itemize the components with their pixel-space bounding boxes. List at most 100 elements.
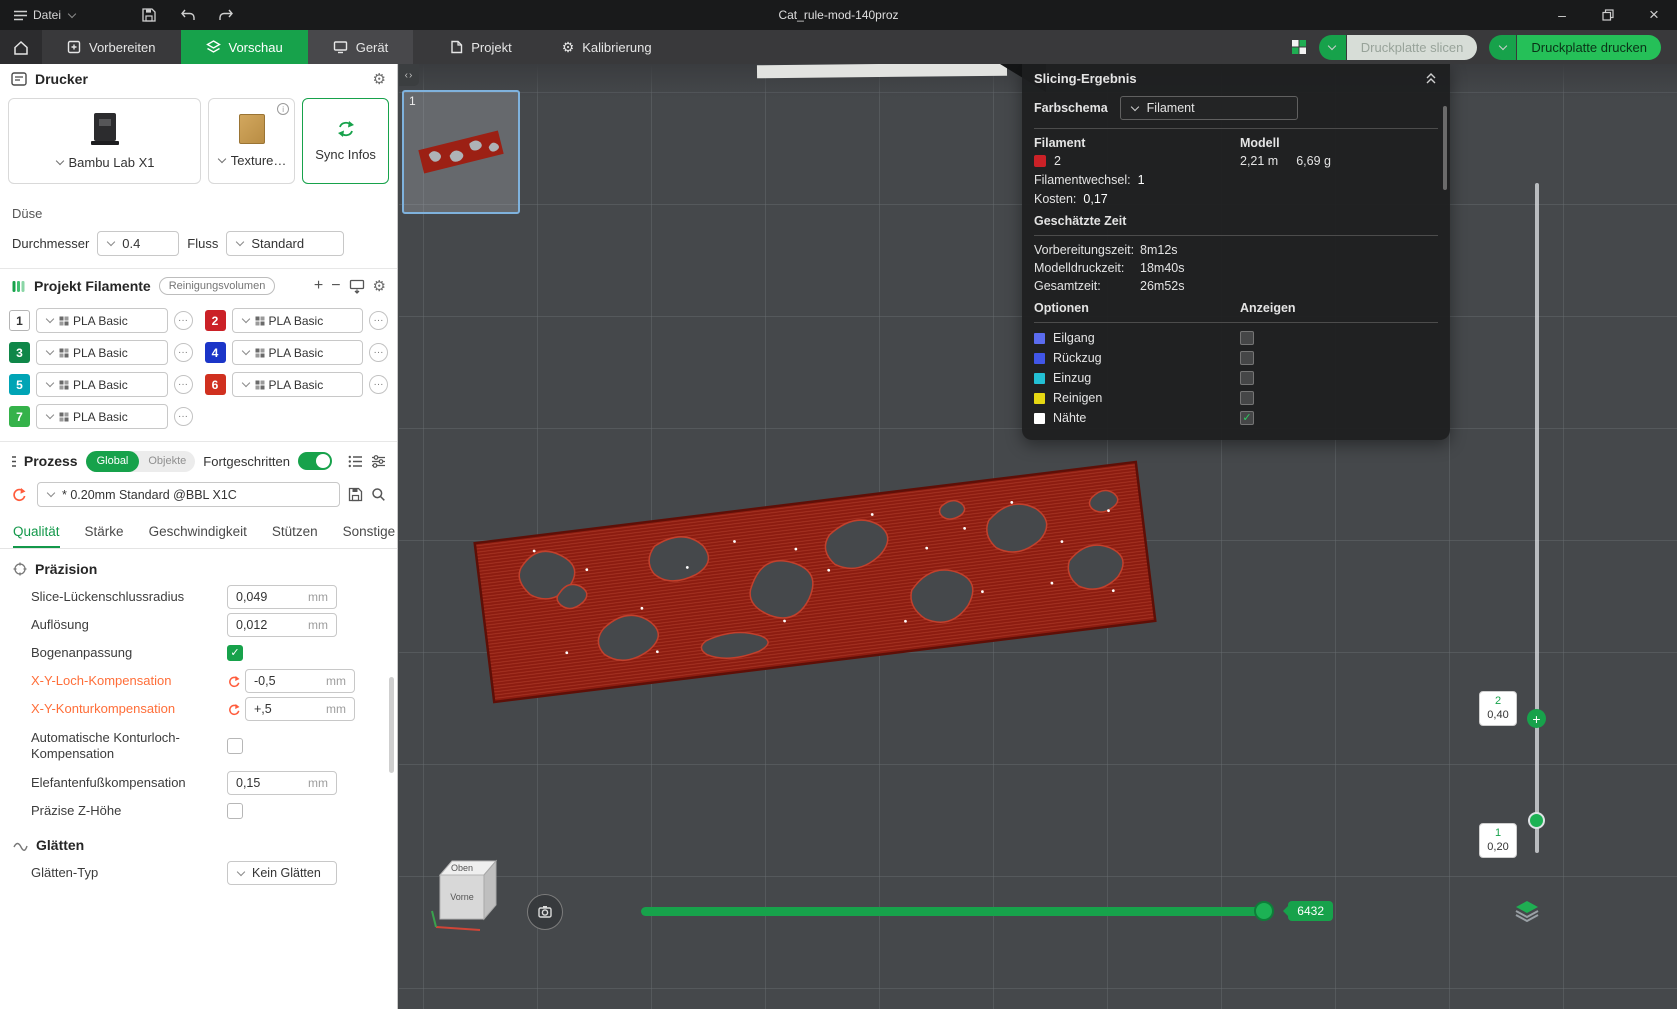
print-dropdown-button[interactable] bbox=[1489, 34, 1517, 60]
tab-sonstige[interactable]: Sonstige bbox=[343, 516, 396, 548]
preset-select[interactable]: * 0.20mm Standard @BBL X1C bbox=[37, 482, 340, 507]
settings-scrollbar[interactable] bbox=[389, 677, 394, 773]
filament-select[interactable]: PLA Basic bbox=[36, 372, 168, 397]
save-preset-button[interactable] bbox=[348, 487, 363, 502]
setting-list-button[interactable] bbox=[348, 455, 363, 468]
maximize-button[interactable] bbox=[1585, 0, 1631, 30]
unretract-show-checkbox[interactable] bbox=[1240, 371, 1254, 385]
filament-chip[interactable]: 7 bbox=[9, 406, 30, 427]
plate-color-icon[interactable] bbox=[1291, 39, 1307, 55]
travel-show-checkbox[interactable] bbox=[1240, 331, 1254, 345]
panel-collapse-handle[interactable]: ‹› bbox=[399, 64, 419, 86]
tab-vorbereiten[interactable]: Vorbereiten bbox=[42, 30, 181, 64]
file-menu[interactable]: Datei bbox=[0, 0, 91, 30]
filament-chip[interactable]: 2 bbox=[204, 310, 226, 331]
filament-more-button[interactable] bbox=[369, 375, 388, 394]
diameter-select[interactable]: 0.4 bbox=[97, 231, 180, 256]
elephant-foot-input[interactable]: 0,15 mm bbox=[227, 771, 337, 795]
filament-chip[interactable]: 4 bbox=[204, 342, 226, 363]
filament-select[interactable]: PLA Basic bbox=[36, 340, 168, 365]
panel-scrollbar[interactable] bbox=[1443, 106, 1447, 190]
retract-show-checkbox[interactable] bbox=[1240, 351, 1254, 365]
xy-hole-comp-input[interactable]: -0,5 mm bbox=[245, 669, 355, 693]
filament-more-button[interactable] bbox=[173, 311, 193, 330]
filament-more-button[interactable] bbox=[173, 375, 193, 394]
plate-thumbnail[interactable]: 1 bbox=[402, 90, 520, 214]
printer-settings-gear-icon[interactable]: ⚙ bbox=[373, 72, 386, 87]
add-filament-button[interactable]: + bbox=[314, 278, 323, 294]
scope-objects[interactable]: Objekte bbox=[139, 455, 195, 467]
tune-button[interactable] bbox=[371, 454, 386, 468]
sync-infos-button[interactable]: Sync Infos bbox=[302, 98, 389, 184]
scope-toggle[interactable]: Global Objekte bbox=[85, 450, 196, 472]
home-button[interactable] bbox=[0, 30, 42, 64]
layer-add-button[interactable]: + bbox=[1527, 709, 1546, 728]
smoothing-type-select[interactable]: Kein Glätten bbox=[227, 861, 337, 885]
progress-handle[interactable] bbox=[1254, 901, 1275, 921]
precise-z-checkbox[interactable] bbox=[227, 803, 243, 819]
advanced-toggle[interactable] bbox=[298, 452, 332, 470]
layer-slider-track[interactable] bbox=[1535, 183, 1539, 853]
tab-geschwindigkeit[interactable]: Geschwindigkeit bbox=[149, 516, 247, 548]
list-icon bbox=[348, 455, 362, 467]
filament-chip[interactable]: 5 bbox=[9, 374, 30, 395]
close-button[interactable]: × bbox=[1631, 0, 1677, 30]
reset-icon[interactable] bbox=[227, 675, 245, 688]
filament-more-button[interactable] bbox=[369, 343, 388, 362]
search-settings-button[interactable] bbox=[371, 487, 386, 502]
seams-show-checkbox[interactable] bbox=[1240, 411, 1254, 425]
filament-chip[interactable]: 6 bbox=[204, 374, 226, 395]
gap-closing-input[interactable]: 0,049 mm bbox=[227, 585, 337, 609]
reset-icon[interactable] bbox=[227, 703, 245, 716]
layer-slider-handle[interactable] bbox=[1528, 812, 1545, 829]
layers-view-button[interactable] bbox=[1512, 896, 1542, 926]
undo-button[interactable] bbox=[179, 8, 196, 22]
toolpath-progress-slider[interactable]: 6432 bbox=[641, 901, 1333, 921]
filament-more-button[interactable] bbox=[173, 343, 193, 362]
redo-button[interactable] bbox=[218, 8, 235, 22]
tab-kalibrierung[interactable]: ⚙ Kalibrierung bbox=[537, 30, 677, 64]
printer-select-card[interactable]: Bambu Lab X1 bbox=[8, 98, 202, 184]
color-scheme-select[interactable]: Filament bbox=[1119, 96, 1298, 120]
arc-fitting-checkbox[interactable] bbox=[227, 645, 243, 661]
slice-dropdown-button[interactable] bbox=[1318, 34, 1346, 60]
scope-global[interactable]: Global bbox=[85, 450, 140, 472]
color-scheme-label: Farbschema bbox=[1034, 101, 1108, 115]
filament-select[interactable]: PLA Basic bbox=[36, 404, 168, 429]
remove-filament-button[interactable]: − bbox=[331, 278, 340, 294]
flow-select[interactable]: Standard bbox=[226, 231, 345, 256]
minimize-button[interactable]: – bbox=[1539, 0, 1585, 30]
print-plate-button[interactable]: Druckplatte drucken bbox=[1517, 34, 1661, 60]
filament-select[interactable]: PLA Basic bbox=[231, 372, 363, 397]
slice-plate-button[interactable]: Druckplatte slicen bbox=[1346, 34, 1478, 60]
filament-select[interactable]: PLA Basic bbox=[231, 308, 363, 333]
plate-type-card[interactable]: i Texture… bbox=[208, 98, 296, 184]
filament-settings-gear-icon[interactable]: ⚙ bbox=[373, 279, 386, 294]
tab-geraet[interactable]: Gerät bbox=[307, 30, 414, 64]
progress-track[interactable] bbox=[641, 901, 1275, 921]
tab-vorschau[interactable]: Vorschau bbox=[180, 30, 308, 64]
collapse-panel-button[interactable] bbox=[1424, 72, 1438, 85]
option-color-swatch bbox=[1034, 412, 1045, 424]
filament-more-button[interactable] bbox=[369, 311, 388, 330]
xy-contour-comp-input[interactable]: +,5 mm bbox=[245, 697, 355, 721]
filament-chip[interactable]: 3 bbox=[9, 342, 30, 363]
info-icon[interactable]: i bbox=[277, 103, 290, 115]
tab-qualitaet[interactable]: Qualität bbox=[13, 516, 60, 548]
resolution-input[interactable]: 0,012 mm bbox=[227, 613, 337, 637]
camera-view-button[interactable] bbox=[527, 894, 563, 930]
orientation-cube[interactable]: Oben Vorne bbox=[428, 845, 500, 938]
filament-select[interactable]: PLA Basic bbox=[36, 308, 168, 333]
filament-more-button[interactable] bbox=[173, 407, 193, 426]
reset-preset-icon[interactable] bbox=[11, 487, 29, 502]
ams-sync-button[interactable] bbox=[349, 279, 365, 294]
tab-staerke[interactable]: Stärke bbox=[85, 516, 124, 548]
tab-projekt[interactable]: Projekt bbox=[425, 30, 536, 64]
tab-stuetzen[interactable]: Stützen bbox=[272, 516, 318, 548]
filament-select[interactable]: PLA Basic bbox=[231, 340, 363, 365]
save-button[interactable] bbox=[141, 7, 157, 23]
flush-volumes-button[interactable]: Reinigungsvolumen bbox=[158, 277, 276, 295]
auto-hole-comp-checkbox[interactable] bbox=[227, 738, 243, 754]
filament-chip[interactable]: 1 bbox=[9, 310, 30, 331]
wipe-show-checkbox[interactable] bbox=[1240, 391, 1254, 405]
